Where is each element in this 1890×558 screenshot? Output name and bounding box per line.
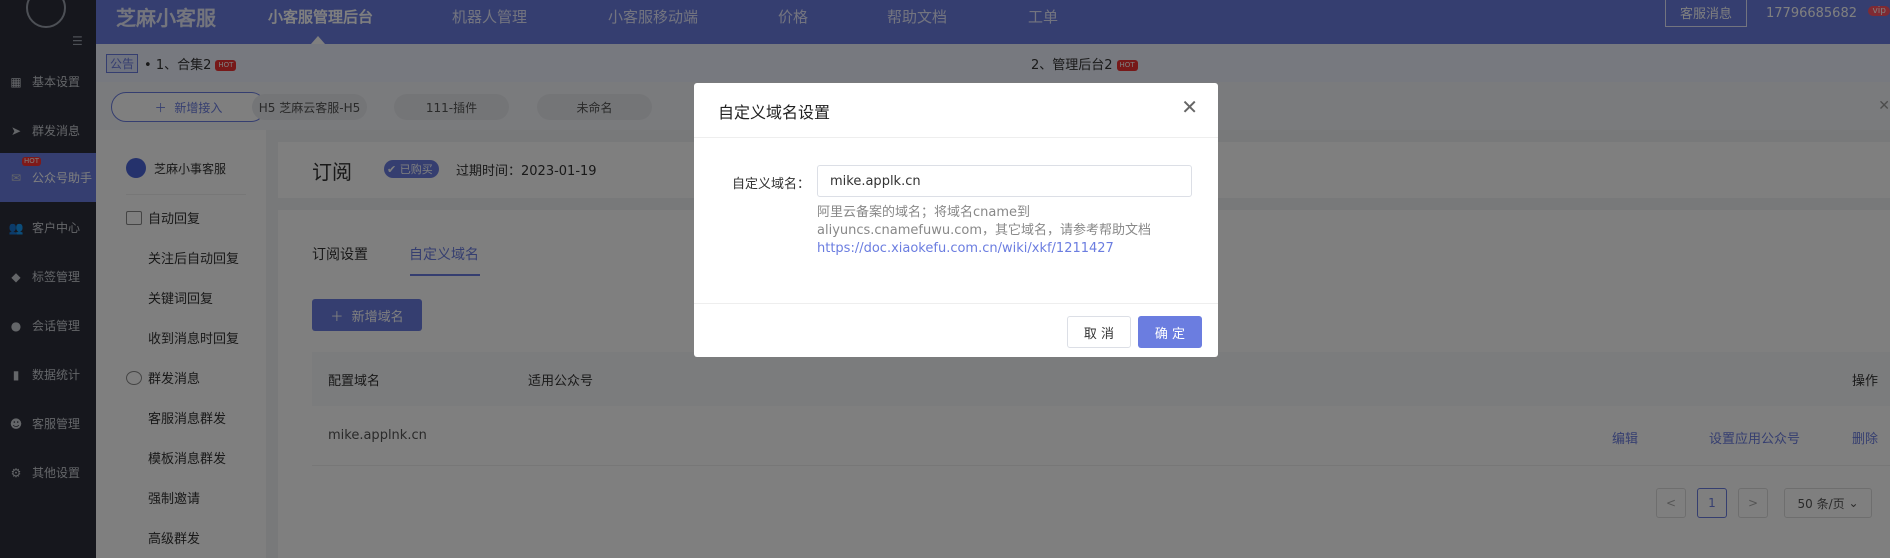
dialog-footer-divider [694,303,1218,304]
domain-label: 自定义域名： [732,177,811,192]
divider [694,137,1218,138]
dialog-title: 自定义域名设置 [718,103,831,122]
custom-domain-dialog: 自定义域名设置 ✕ 自定义域名： 阿里云备案的域名；将域名cname到 aliy… [694,83,1218,357]
close-icon[interactable]: ✕ [1181,95,1198,119]
domain-input[interactable] [817,165,1192,197]
cancel-button[interactable]: 取 消 [1067,316,1131,348]
domain-help: 阿里云备案的域名；将域名cname到 aliyuncs.cnamefuwu.co… [817,204,1197,258]
confirm-button[interactable]: 确 定 [1138,316,1202,348]
help-doc-link[interactable]: https://doc.xiaokefu.com.cn/wiki/xkf/121… [817,240,1197,258]
